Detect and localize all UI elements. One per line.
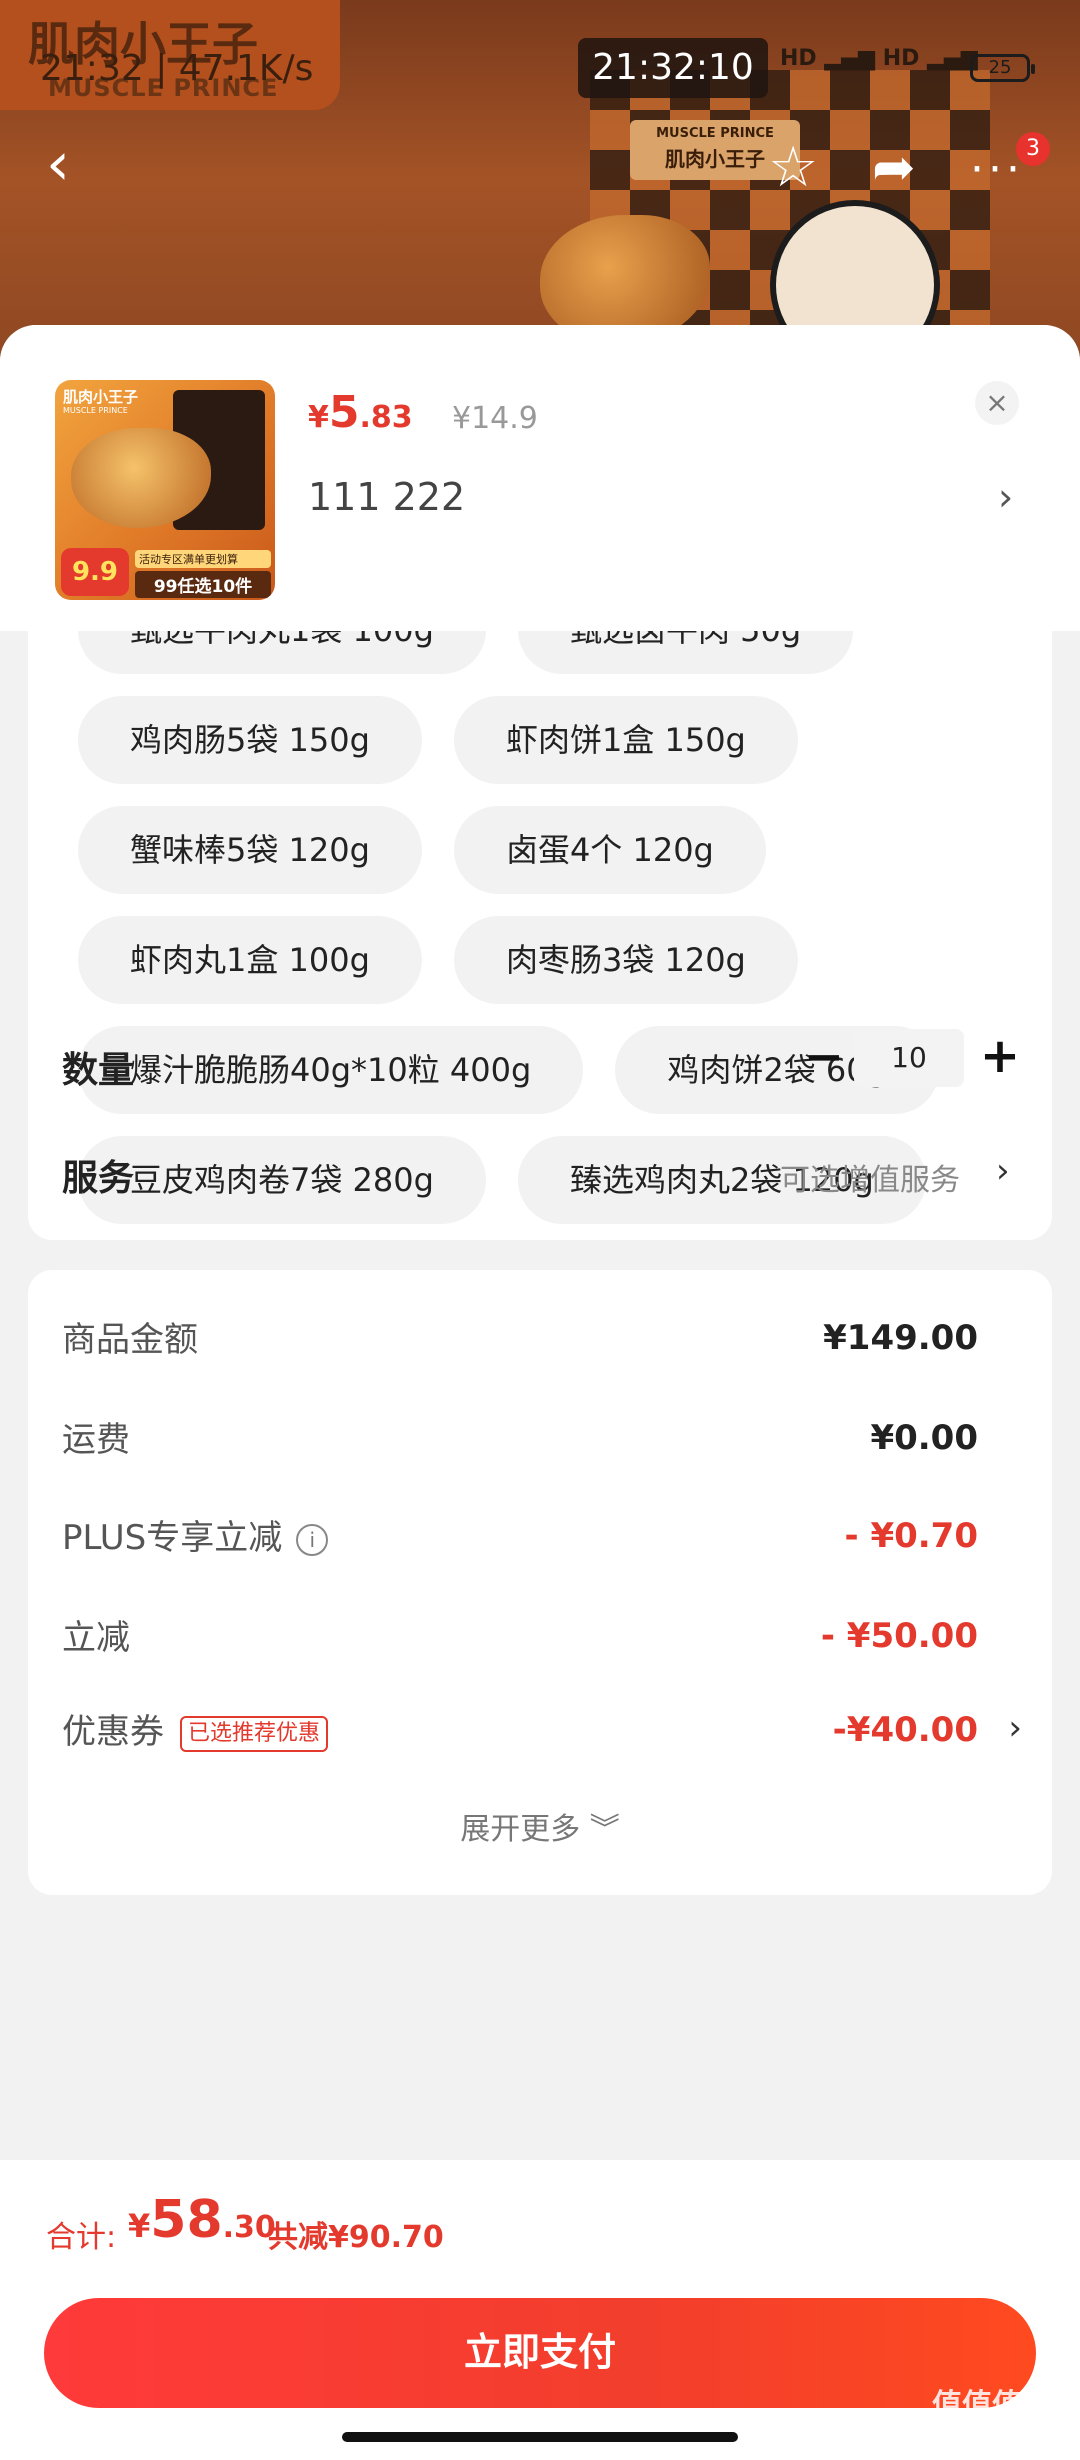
current-price: ¥5.83: [308, 387, 413, 438]
star-icon[interactable]: ☆: [768, 138, 818, 198]
purchase-sheet: 肌肉小王子 MUSCLE PRINCE 9.9 活动专区满单更划算 99任选10…: [0, 325, 1080, 2460]
total-integer: 58: [150, 2190, 223, 2250]
service-label: 服务: [62, 1158, 135, 1199]
chip-row: 甄选牛肉丸1袋 100g 甄选卤牛肉 50g: [78, 631, 1028, 685]
summary-label: 优惠券: [62, 1712, 164, 1752]
summary-label-wrap: PLUS专享立减 i: [62, 1510, 329, 1559]
thumbnail-promo-top: 活动专区满单更划算: [135, 550, 271, 568]
quantity-plus-button[interactable]: +: [974, 1027, 1026, 1085]
expand-more-link[interactable]: 展开更多 ︾: [28, 1804, 1052, 1848]
thumbnail-promo: 活动专区满单更划算 99任选10件: [135, 550, 271, 598]
back-icon[interactable]: ‹: [46, 134, 70, 194]
option-chip[interactable]: 虾肉丸1盒 100g: [78, 916, 422, 1004]
original-price: ¥14.9: [452, 401, 538, 436]
quantity-minus-button[interactable]: −: [798, 1029, 850, 1085]
share-icon[interactable]: ➦: [872, 138, 916, 198]
option-chip[interactable]: 爆汁脆脆肠40g*10粒 400g: [78, 1026, 584, 1114]
option-chip[interactable]: 豆皮鸡肉卷7袋 280g: [78, 1136, 486, 1224]
summary-label: 立减: [62, 1618, 130, 1658]
summary-row-goods: 商品金额 ¥149.00: [62, 1312, 1022, 1372]
thumbnail-promo-main: 99任选10件: [135, 571, 271, 598]
close-button[interactable]: ×: [975, 381, 1019, 425]
home-indicator[interactable]: [342, 2432, 738, 2442]
summary-value: -¥40.00: [832, 1710, 978, 1750]
watermark-url: zhizhizhi.com: [936, 2426, 1031, 2442]
summary-value: ¥149.00: [823, 1318, 978, 1358]
option-chip[interactable]: 鸡肉肠5袋 150g: [78, 696, 422, 784]
summary-row-shipping: 运费 ¥0.00: [62, 1412, 1022, 1472]
service-value[interactable]: 可选增值服务: [780, 1155, 960, 1199]
thumbnail-brand-en: MUSCLE PRINCE: [63, 406, 128, 415]
coupon-tag: 已选推荐优惠: [180, 1715, 329, 1752]
quantity-label: 数量: [62, 1050, 135, 1091]
option-chip[interactable]: 肉枣肠3袋 120g: [453, 916, 798, 1004]
summary-label: 运费: [62, 1420, 130, 1460]
summary-value: - ¥0.70: [844, 1516, 979, 1556]
price-symbol: ¥: [308, 400, 329, 435]
package-label-en: MUSCLE PRINCE: [656, 126, 774, 141]
price-summary-card: 商品金额 ¥149.00 运费 ¥0.00 PLUS专享立减 i - ¥0.70 …: [28, 1270, 1052, 1895]
sheet-header: 肌肉小王子 MUSCLE PRINCE 9.9 活动专区满单更划算 99任选10…: [0, 325, 1080, 631]
chevron-right-icon[interactable]: ›: [996, 1151, 1010, 1191]
signal-icon: HD ▂▄▆ HD ▂▄▆: [780, 46, 978, 71]
quantity-input[interactable]: 10: [854, 1029, 964, 1087]
chip-row: 虾肉丸1盒 100g 肉枣肠3袋 120g: [78, 905, 1028, 1015]
summary-value: ¥0.00: [870, 1418, 978, 1458]
summary-row-plus: PLUS专享立减 i - ¥0.70: [62, 1510, 1022, 1570]
option-chip[interactable]: 卤蛋4个 120g: [453, 806, 766, 894]
watermark-logo: 值值值: [932, 2388, 1022, 2423]
chevron-right-icon[interactable]: ›: [1008, 1708, 1022, 1748]
pay-now-button[interactable]: 立即支付: [44, 2298, 1036, 2408]
summary-label-wrap: 优惠券 已选推荐优惠: [62, 1704, 329, 1753]
summary-row-discount: 立减 - ¥50.00: [62, 1610, 1022, 1670]
thumbnail-price-badge: 9.9: [61, 548, 129, 596]
summary-value: - ¥50.00: [820, 1616, 978, 1656]
option-chip-list: 甄选牛肉丸1袋 100g 甄选卤牛肉 50g 鸡肉肠5袋 150g 虾肉饼1盒 …: [78, 631, 1028, 1235]
summary-label: 商品金额: [62, 1320, 198, 1360]
chevron-right-icon[interactable]: ›: [998, 475, 1013, 519]
product-thumbnail[interactable]: 肌肉小王子 MUSCLE PRINCE 9.9 活动专区满单更划算 99任选10…: [55, 380, 275, 600]
total-amount: ¥58.30: [128, 2190, 276, 2250]
chip-row: 鸡肉肠5袋 150g 虾肉饼1盒 150g: [78, 685, 1028, 795]
info-icon[interactable]: i: [296, 1523, 329, 1556]
options-card: 甄选牛肉丸1袋 100g 甄选卤牛肉 50g 鸡肉肠5袋 150g 虾肉饼1盒 …: [28, 631, 1052, 1240]
total-symbol: ¥: [128, 2207, 151, 2245]
total-label: 合计:: [46, 2220, 117, 2255]
price-integer: 5: [328, 387, 360, 438]
summary-row-coupon[interactable]: 优惠券 已选推荐优惠 -¥40.00 ›: [62, 1704, 1022, 1764]
chip-row: 蟹味棒5袋 120g 卤蛋4个 120g: [78, 795, 1028, 905]
option-chip[interactable]: 虾肉饼1盒 150g: [453, 696, 798, 784]
option-chip[interactable]: 蟹味棒5袋 120g: [78, 806, 422, 894]
total-discount: 共减¥90.70: [268, 2220, 444, 2255]
status-clock: 21:32:10: [578, 38, 768, 98]
thumbnail-brand: 肌肉小王子: [63, 388, 139, 406]
summary-label: PLUS专享立减: [62, 1518, 283, 1558]
price-decimal: .83: [359, 400, 413, 435]
notification-badge: 3: [1016, 132, 1050, 166]
option-chip[interactable]: 甄选牛肉丸1袋 100g: [78, 631, 486, 674]
option-chip[interactable]: 甄选卤牛肉 50g: [517, 631, 854, 674]
battery-icon: 25: [970, 54, 1035, 82]
status-time-speed: 21:32 | 47.1K/s: [40, 48, 314, 89]
selected-spec[interactable]: 111 222: [308, 475, 465, 519]
